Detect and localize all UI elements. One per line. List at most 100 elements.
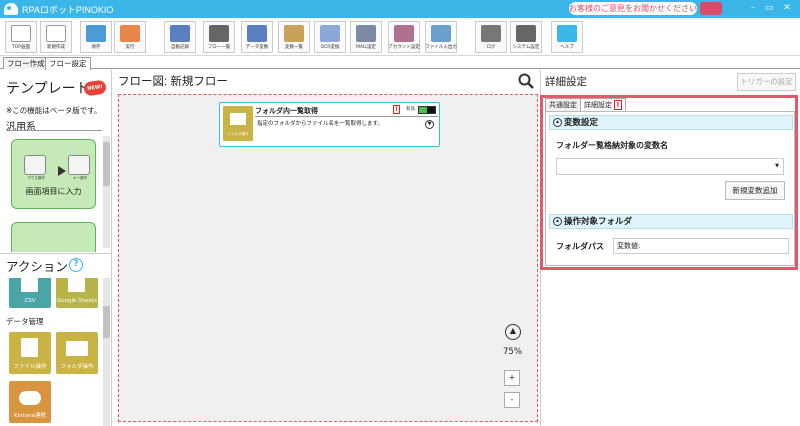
divider — [6, 130, 102, 131]
toolbar-button-14[interactable]: ヘルプ — [551, 21, 583, 53]
beta-note: ※この機能はベータ版です。 — [6, 106, 102, 115]
toolbar-icon — [516, 25, 536, 42]
action-scroll-thumb[interactable] — [103, 306, 110, 338]
toolbar-button-11[interactable]: ファイル入出力 — [425, 21, 457, 53]
toolbar-icon — [320, 25, 340, 42]
toolbar-icon — [209, 25, 229, 42]
action-tile-google-sheets[interactable]: Google Sheets — [56, 278, 98, 308]
scroll-top-button[interactable]: ▲ — [505, 324, 521, 340]
section-target-folder[interactable]: ▲ 操作対象フォルダ — [549, 214, 793, 229]
chevron-up-icon[interactable]: ▲ — [553, 217, 562, 226]
node-description: 指定のフォルダからファイル名を一覧取得します。 — [257, 121, 383, 127]
folder-icon — [66, 341, 88, 356]
template-card-input[interactable]: マウス操作 キー操作 画面項目に入力 — [11, 139, 96, 209]
warning-icon: ! — [393, 105, 400, 114]
toolbar-button-13[interactable]: システム設定 — [510, 21, 542, 53]
action-tile-file[interactable]: ファイル操作 — [9, 332, 51, 374]
left-panel: テンプレート NEW! ※この機能はベータ版です。 汎用系 マウス操作 キー操作… — [0, 70, 112, 426]
toolbar-button-9[interactable]: MAIL設定 — [350, 21, 382, 53]
toolbar-icon — [11, 25, 31, 42]
flow-node-folder-list[interactable]: フォルダ操作 フォルダ内一覧取得 ! 有効 指定のフォルダからファイル名を一覧取… — [219, 102, 440, 147]
toolbar-button-6[interactable]: データ変数 — [241, 21, 273, 53]
toolbar-icon — [557, 25, 577, 42]
warning-icon: ! — [614, 100, 622, 110]
toolbar-button-5[interactable]: フロー一覧 — [203, 21, 235, 53]
toolbar-button-1[interactable]: 新規作成 — [40, 21, 72, 53]
template-card-label: 画面項目に入力 — [25, 187, 82, 196]
node-valid-label: 有効 — [406, 107, 415, 112]
minimize-button[interactable]: – — [746, 3, 760, 13]
folder-path-input[interactable]: 変数値: — [613, 238, 789, 254]
restore-button[interactable]: ▭ — [762, 3, 776, 13]
zoom-out-button[interactable]: - — [504, 392, 520, 408]
cloud-icon — [19, 391, 41, 405]
divider — [255, 116, 438, 117]
section-variable-settings[interactable]: ▲ 変数設定 — [549, 115, 793, 130]
feedback-icon[interactable] — [700, 2, 722, 15]
main-tabs: フロー作成 フロー設定 — [0, 56, 800, 70]
feedback-link[interactable]: お客様のご意見をお聞かせください — [569, 2, 697, 15]
action-tile-folder[interactable]: フォルダ操作 — [56, 332, 98, 374]
app-logo-icon — [4, 3, 18, 15]
template-scroll-thumb[interactable] — [103, 142, 110, 186]
help-icon[interactable]: ? — [69, 258, 83, 272]
flow-canvas[interactable]: フォルダ操作 フォルダ内一覧取得 ! 有効 指定のフォルダからファイル名を一覧取… — [118, 94, 538, 422]
action-scrollbar[interactable] — [103, 278, 110, 426]
chevron-down-icon[interactable]: ▼ — [425, 120, 434, 129]
node-enable-toggle[interactable] — [418, 106, 436, 114]
file-icon — [21, 338, 38, 357]
flow-title: フロー図: 新規フロー — [118, 76, 228, 88]
toolbar-label: ログ — [486, 45, 496, 50]
toolbar-icon — [481, 25, 501, 42]
category-data-management: データ管理 — [6, 317, 44, 326]
add-variable-button[interactable]: 新規変数追加 — [725, 181, 785, 200]
template-scrollbar[interactable] — [103, 136, 110, 248]
template-card-next[interactable] — [11, 222, 96, 252]
variable-name-select[interactable]: ▼ — [556, 158, 784, 175]
toolbar-button-12[interactable]: ログ — [475, 21, 507, 53]
zoom-level: 75% — [503, 347, 522, 357]
toolbar-label: アカウント設定 — [388, 45, 420, 50]
search-icon[interactable] — [518, 73, 534, 89]
action-tile-csv[interactable]: CSV — [9, 278, 51, 308]
trigger-settings-button[interactable]: トリガーの設定 — [737, 73, 796, 91]
toolbar-button-10[interactable]: アカウント設定 — [388, 21, 420, 53]
toolbar-button-0[interactable]: TOP画面 — [5, 21, 37, 53]
toolbar-icon — [356, 25, 376, 42]
toolbar-button-2[interactable]: 保存 — [80, 21, 112, 53]
tab-detail-settings[interactable]: 詳細設定! — [580, 98, 626, 112]
toolbar-button-8[interactable]: OCR変換 — [314, 21, 346, 53]
close-button[interactable]: ✕ — [780, 3, 794, 13]
arrow-right-icon — [58, 166, 66, 176]
chevron-up-icon[interactable]: ▲ — [553, 118, 562, 127]
toolbar-label: 保存 — [91, 45, 101, 50]
toolbar-icon — [394, 25, 414, 42]
zoom-in-button[interactable]: + — [504, 370, 520, 386]
folder-path-label: フォルダパス — [556, 242, 604, 251]
toolbar-icon — [170, 25, 190, 42]
tab-flow-create[interactable]: フロー作成 — [3, 57, 49, 69]
action-tile-kintone[interactable]: Kintone連携 — [9, 381, 51, 423]
toolbar-label: TOP画面 — [11, 45, 30, 50]
folder-icon — [230, 113, 246, 125]
toolbar-icon — [46, 25, 66, 42]
chevron-down-icon: ▼ — [775, 163, 779, 169]
template-title: テンプレート — [6, 80, 90, 96]
divider — [0, 253, 112, 254]
app-title: RPAロボットPINOKIO — [22, 4, 114, 15]
node-title: フォルダ内一覧取得 — [255, 107, 318, 115]
google-sheets-icon — [68, 278, 85, 292]
toolbar-label: 新規作成 — [47, 45, 65, 50]
tab-detail-label: 詳細設定 — [584, 101, 612, 109]
toolbar-icon — [86, 25, 106, 42]
toolbar-button-3[interactable]: 実行 — [114, 21, 146, 53]
detail-title: 詳細設定 — [545, 76, 587, 88]
csv-icon — [21, 278, 38, 292]
toolbar-button-7[interactable]: 変数一覧 — [278, 21, 310, 53]
tab-common-settings[interactable]: 共通設定 — [545, 98, 581, 111]
toolbar-label: ヘルプ — [560, 45, 574, 50]
new-badge: NEW! — [83, 79, 107, 97]
tab-flow-settings[interactable]: フロー設定 — [45, 57, 91, 70]
toolbar-label: フロー一覧 — [207, 45, 231, 50]
toolbar-button-4[interactable]: 自動記録 — [164, 21, 196, 53]
